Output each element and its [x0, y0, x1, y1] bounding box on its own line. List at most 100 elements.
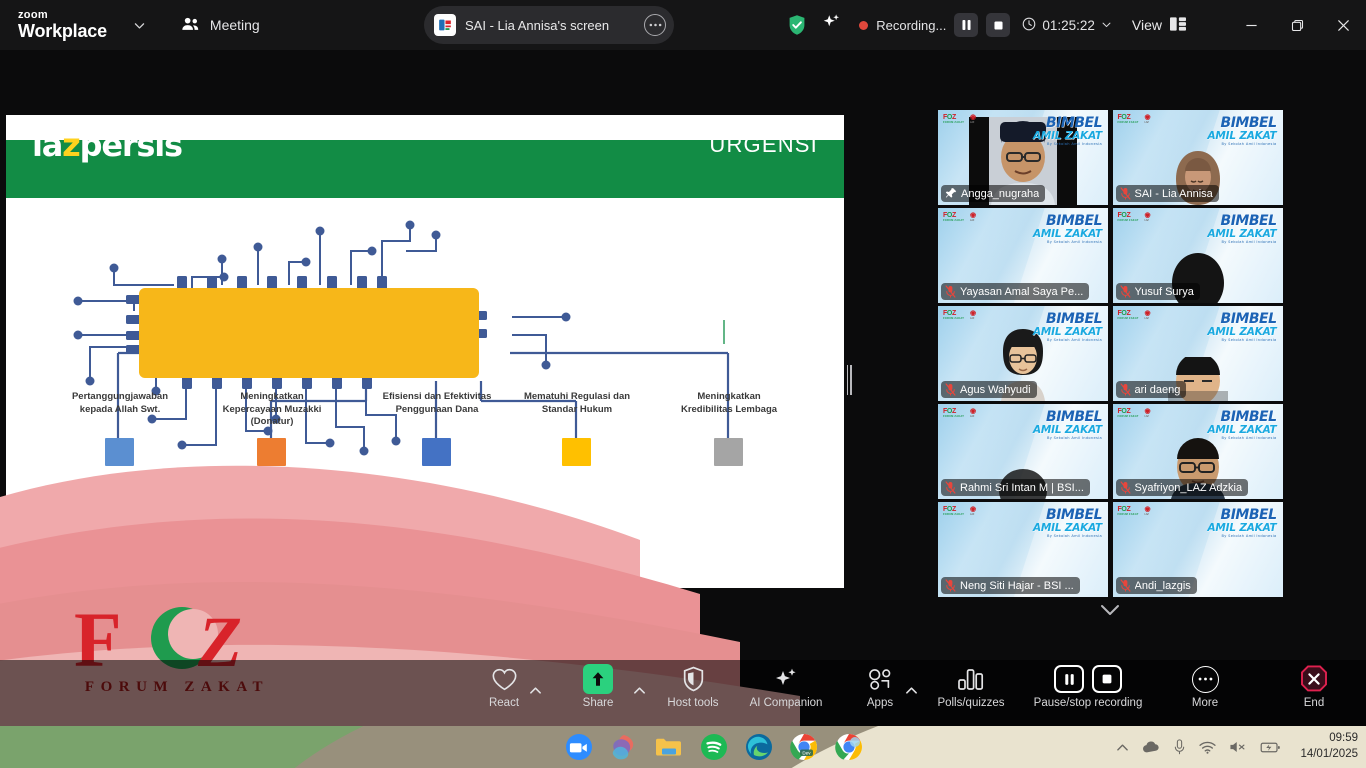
participant-tile[interactable]: FOZ FORUM ZAKAT ◉ LAZ BIMBEL AMIL ZAKAT By Sek…	[1112, 306, 1283, 401]
taskbar-app-microsoft-365[interactable]	[606, 729, 642, 765]
share-label: Share	[582, 697, 614, 709]
meeting-tab-label: Meeting	[209, 17, 260, 33]
pause-stop-recording-group[interactable]: Pause/stop recording	[1022, 664, 1154, 722]
zoom-logo-small: zoom	[18, 9, 48, 21]
tile-corner-logos: FOZ FORUM ZAKAT ◉ LAZ	[1118, 310, 1151, 321]
taskbar-app-edge[interactable]	[741, 729, 777, 765]
foz-mini-logo: FOZ FORUM ZAKAT	[1117, 114, 1139, 124]
polls-quizzes-button[interactable]: Polls/quizzes	[926, 664, 1016, 722]
share-caret-icon[interactable]	[631, 682, 647, 698]
foz-mini-logo: FOZ FORUM ZAKAT	[1117, 506, 1139, 516]
battery-charging-icon[interactable]	[1260, 741, 1281, 754]
taskbar-time: 09:59	[1329, 732, 1358, 745]
share-pane-resize-handle[interactable]	[845, 364, 853, 396]
chevron-down-icon[interactable]	[1101, 18, 1112, 33]
more-label: More	[1191, 697, 1219, 709]
host-tools-button[interactable]: Host tools	[651, 664, 735, 722]
tile-brand-text: BIMBEL AMIL ZAKAT By Sekolah Amil Indonesi…	[1033, 507, 1103, 538]
presentation-slide[interactable]: lazpersis URGENSI Pertanggungjawaban kep…	[6, 115, 844, 588]
diagram-node-label: Pertanggungjawaban kepada Allah Swt.	[71, 391, 169, 415]
shared-app-icon	[434, 14, 456, 36]
participant-tile[interactable]: FOZ FORUM ZAKAT ◉ LAZ BIMBEL AMIL ZAKAT By Sek…	[938, 110, 1108, 205]
close-icon[interactable]	[1320, 0, 1366, 50]
react-label: React	[488, 697, 520, 709]
participant-name-badge: Angga_nugraha	[941, 185, 1046, 202]
tile-corner-logos: FOZ FORUM ZAKAT ◉ LAZ	[1118, 506, 1151, 517]
tile-brand-text: BIMBEL AMIL ZAKAT By Sekolah Amil Indonesi…	[1207, 311, 1278, 342]
ai-companion-button[interactable]: AI Companion	[744, 664, 828, 722]
pause-stop-recording-label: Pause/stop recording	[1033, 697, 1143, 709]
participant-name-badge: Andi_lazgis	[1115, 577, 1197, 594]
taskbar-app-zoom[interactable]	[561, 729, 597, 765]
participant-tile[interactable]: FOZ FORUM ZAKAT ◉ LAZ BIMBEL AMIL ZAKAT By Sek…	[938, 502, 1108, 597]
mic-muted-icon	[945, 383, 956, 396]
stop-recording-button[interactable]	[986, 13, 1011, 37]
stop-icon[interactable]	[1092, 665, 1122, 693]
chevron-down-icon[interactable]	[127, 12, 153, 38]
participant-tile[interactable]: FOZ FORUM ZAKAT ◉ LAZ BIMBEL AMIL ZAKAT By Sek…	[938, 208, 1108, 303]
mic-muted-icon	[1120, 481, 1130, 494]
more-button[interactable]: More	[1163, 664, 1247, 722]
minimize-icon[interactable]	[1228, 0, 1274, 50]
pause-icon[interactable]	[1054, 665, 1084, 693]
participant-tile[interactable]: FOZ FORUM ZAKAT ◉ LAZ BIMBEL AMIL ZAKAT By Sek…	[938, 306, 1108, 401]
pause-recording-button[interactable]	[954, 13, 979, 37]
diagram-node-label: Meningkatkan Kepercayaan Muzakki (Donatu…	[222, 391, 322, 428]
more-ellipsis-icon[interactable]	[644, 14, 666, 36]
partner-mini-logo: ◉ LAZ	[1144, 114, 1151, 124]
participant-name: Rahmi Sri Intan M | BSI...	[960, 481, 1084, 494]
participant-tile[interactable]: FOZ FORUM ZAKAT ◉ LAZ BIMBEL AMIL ZAKAT By Sek…	[1112, 502, 1283, 597]
zoom-title-bar: zoom Workplace Meeting SAI - Lia Annisa'…	[0, 0, 1366, 50]
partner-mini-logo: ◉ LAZ	[1144, 212, 1151, 222]
security-shield-icon[interactable]	[787, 14, 807, 36]
cloud-icon[interactable]	[1142, 741, 1160, 754]
participant-name-badge: ari daeng	[1115, 381, 1187, 398]
participant-name-badge: Syafriyon_LAZ Adzkia	[1115, 479, 1249, 496]
view-button[interactable]: View	[1132, 16, 1186, 34]
system-tray: 09:59 14/01/2025	[1116, 726, 1366, 768]
participant-name: Andi_lazgis	[1134, 579, 1191, 592]
tile-brand-text: BIMBEL AMIL ZAKAT By Sekolah Amil Indonesi…	[1033, 213, 1103, 244]
filmstrip-scroll-down-button[interactable]	[1060, 596, 1160, 624]
taskbar-app-spotify[interactable]	[696, 729, 732, 765]
participant-tile[interactable]: FOZ FORUM ZAKAT ◉ LAZ BIMBEL AMIL ZAKAT By Sek…	[938, 404, 1108, 499]
mic-muted-icon	[945, 579, 956, 592]
layout-icon	[1170, 16, 1186, 34]
taskbar-app-file-explorer[interactable]	[651, 729, 687, 765]
ai-companion-sparkle-icon[interactable]	[821, 12, 843, 39]
partner-mini-logo: ◉ LAZ	[970, 408, 976, 418]
zoom-workplace-logo: zoom Workplace	[18, 9, 107, 41]
participant-tile[interactable]: FOZ FORUM ZAKAT ◉ LAZ BIMBEL AMIL ZAKAT By Sek…	[1112, 208, 1283, 303]
mic-muted-icon	[1120, 187, 1130, 200]
end-button[interactable]: End	[1272, 664, 1356, 722]
meeting-timer[interactable]: 01:25:22	[1022, 17, 1112, 34]
meeting-tab[interactable]: Meeting	[181, 16, 260, 35]
participant-name: ari daeng	[1134, 383, 1181, 396]
participant-tile[interactable]: FOZ FORUM ZAKAT ◉ LAZ BIMBEL AMIL ZAKAT By Sek…	[1112, 110, 1283, 205]
chevron-up-icon[interactable]	[1116, 743, 1129, 752]
restore-icon[interactable]	[1274, 0, 1320, 50]
apps-caret-icon[interactable]	[903, 682, 919, 698]
foz-mini-logo: FOZ FORUM ZAKAT	[1117, 310, 1139, 320]
recording-status-label: Recording...	[876, 17, 947, 33]
svg-text:Dev: Dev	[802, 750, 811, 755]
shared-screen-tab[interactable]: SAI - Lia Annisa's screen	[424, 6, 674, 44]
slide-diagram: Pertanggungjawaban kepada Allah Swt. Men…	[6, 205, 844, 588]
share-button[interactable]: Share	[556, 664, 640, 722]
speaker-muted-icon[interactable]	[1229, 740, 1247, 754]
participant-name: Angga_nugraha	[961, 187, 1040, 200]
taskbar-app-chrome-dev[interactable]: Dev	[786, 729, 822, 765]
taskbar-clock[interactable]: 09:59 14/01/2025	[1294, 731, 1358, 762]
partner-mini-logo: ◉ LAZ	[970, 310, 976, 320]
taskbar-app-chrome[interactable]	[831, 729, 867, 765]
tile-corner-logos: FOZ FORUM ZAKAT ◉ LAZ	[1118, 212, 1151, 223]
shield-icon	[682, 664, 705, 694]
wifi-icon[interactable]	[1199, 741, 1217, 754]
mic-icon[interactable]	[1173, 739, 1186, 755]
participant-tile-grid: FOZ FORUM ZAKAT ◉ LAZ BIMBEL AMIL ZAKAT By Sek…	[938, 110, 1284, 597]
mic-muted-icon	[1120, 285, 1130, 298]
react-caret-icon[interactable]	[527, 682, 543, 698]
participant-tile[interactable]: FOZ FORUM ZAKAT ◉ LAZ BIMBEL AMIL ZAKAT By Sek…	[1112, 404, 1283, 499]
zoom-bottom-toolbar: React Share Host tools AI Companion Apps…	[0, 660, 1366, 726]
tile-corner-logos: FOZ FORUM ZAKAT ◉ LAZ	[943, 114, 976, 125]
